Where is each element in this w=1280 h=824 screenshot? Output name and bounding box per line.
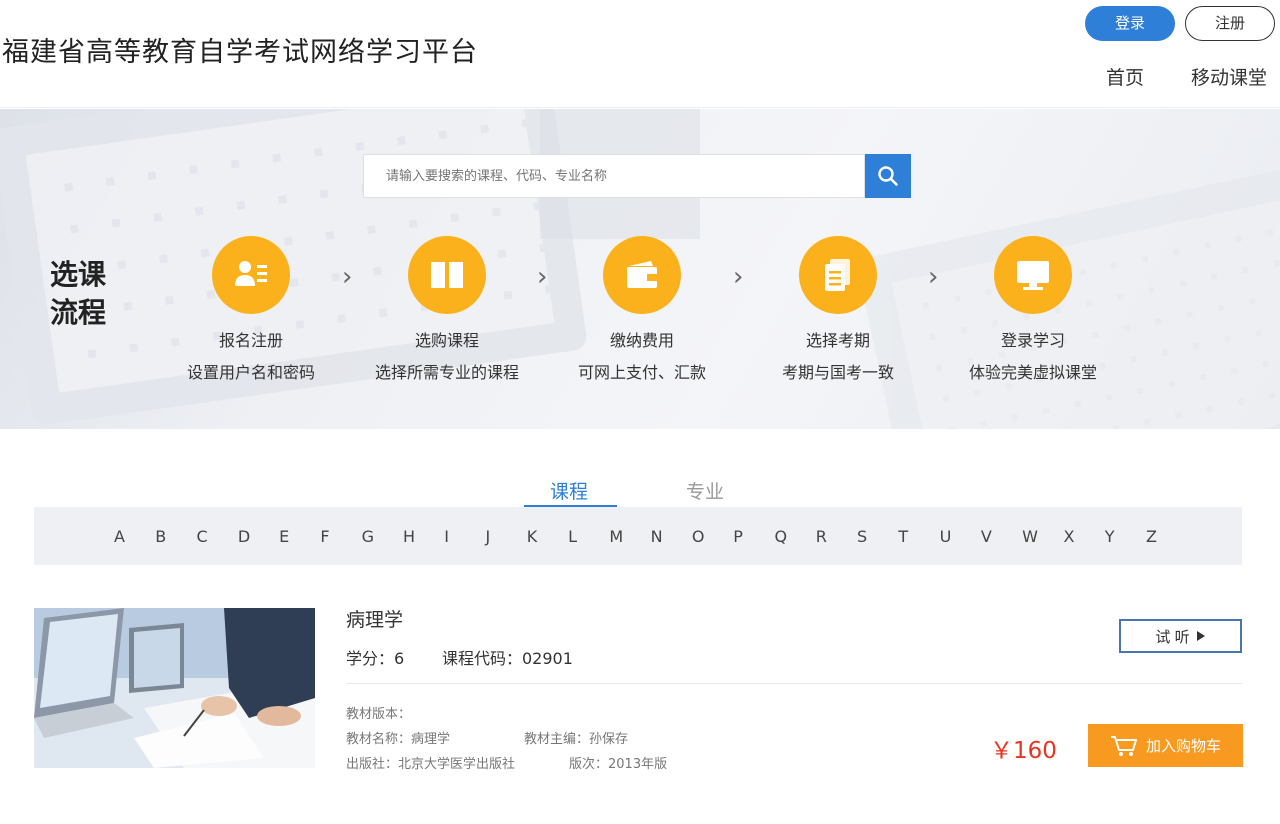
alphabet-letter[interactable]: F xyxy=(320,527,329,546)
course-credit: 学分：6 xyxy=(346,649,405,668)
step-name: 选购课程 xyxy=(414,331,479,350)
step-desc: 可网上支付、汇款 xyxy=(577,363,706,382)
alphabet-letter[interactable]: B xyxy=(155,527,166,546)
alphabet-letter[interactable]: U xyxy=(940,527,952,546)
flow-title: 选课 流程 xyxy=(50,256,106,332)
alphabet-letter[interactable]: J xyxy=(486,527,491,546)
flow-step-register: 报名注册 设置用户名和密码 xyxy=(166,236,336,383)
flow-step-exam-period: 选择考期 考期与国考一致 xyxy=(753,236,923,383)
step-desc: 考期与国考一致 xyxy=(781,363,894,382)
flow-title-line2: 流程 xyxy=(50,296,107,329)
cart-label: 加入购物车 xyxy=(1145,738,1221,755)
course-price: ￥160 xyxy=(990,738,1057,764)
nav-home-link[interactable]: 首页 xyxy=(1106,63,1144,90)
step-circle xyxy=(799,236,877,314)
monitor-icon xyxy=(1017,261,1049,290)
flow-step-select-course: 选购课程 选择所需专业的课程 xyxy=(362,236,532,383)
step-name: 报名注册 xyxy=(218,331,283,350)
publisher: 出版社：北京大学医学出版社 xyxy=(346,757,516,772)
document-icon xyxy=(825,259,850,291)
alphabet-letter[interactable]: N xyxy=(651,527,663,546)
alphabet-letter[interactable]: P xyxy=(733,527,743,546)
header: 福建省高等教育自学考试网络学习平台 登录 注册 首页 移动课堂 xyxy=(0,0,1280,108)
alphabet-letter[interactable]: L xyxy=(568,527,577,546)
chevron-right-icon: › xyxy=(928,262,939,292)
wallet-icon xyxy=(627,261,657,288)
flow-step-pay: 缴纳费用 可网上支付、汇款 xyxy=(557,236,727,383)
textbook-version: 教材版本： xyxy=(346,707,412,722)
login-button[interactable]: 登录 xyxy=(1085,6,1175,41)
alphabet-letter[interactable]: T xyxy=(898,527,908,546)
alphabet-letter[interactable]: O xyxy=(692,527,705,546)
step-desc: 设置用户名和密码 xyxy=(186,363,315,382)
course-image[interactable] xyxy=(34,608,315,768)
step-name: 登录学习 xyxy=(1000,331,1065,350)
alphabet-filter-bar xyxy=(34,507,1242,565)
alphabet-letter[interactable]: Z xyxy=(1146,527,1157,546)
step-name: 选择考期 xyxy=(805,331,870,350)
trial-listen-button[interactable]: 试 听 xyxy=(1119,619,1242,653)
trial-label: 试 听 xyxy=(1155,628,1190,646)
register-button[interactable]: 注册 xyxy=(1185,6,1275,41)
play-icon xyxy=(1196,631,1205,641)
textbook-name: 教材名称：病理学 xyxy=(346,732,451,747)
user-card-icon xyxy=(235,261,267,286)
alphabet-letter[interactable]: V xyxy=(981,527,992,546)
flow-title-line1: 选课 xyxy=(50,258,107,291)
alphabet-letter[interactable]: W xyxy=(1022,527,1038,546)
alphabet-letter[interactable]: R xyxy=(816,527,827,546)
nav-mobile-class-link[interactable]: 移动课堂 xyxy=(1191,63,1267,90)
add-to-cart-button[interactable]: 加入购物车 xyxy=(1088,724,1243,767)
alphabet-letter[interactable]: A xyxy=(114,527,125,546)
step-circle xyxy=(408,236,486,314)
divider xyxy=(346,683,1242,684)
step-desc: 体验完美虚拟课堂 xyxy=(968,363,1097,382)
alphabet-letter[interactable]: E xyxy=(279,527,289,546)
search-button[interactable] xyxy=(865,154,911,198)
alphabet-letter[interactable]: S xyxy=(857,527,867,546)
step-desc: 选择所需专业的课程 xyxy=(374,363,519,382)
cart-icon xyxy=(1110,735,1137,756)
course-name[interactable]: 病理学 xyxy=(346,605,403,632)
book-icon xyxy=(431,262,463,288)
step-circle xyxy=(603,236,681,314)
alphabet-letter[interactable]: M xyxy=(609,527,623,546)
alphabet-letter[interactable]: K xyxy=(527,527,538,546)
chevron-right-icon: › xyxy=(537,262,548,292)
alphabet-letter[interactable]: I xyxy=(444,527,449,546)
alphabet-letter[interactable]: Y xyxy=(1105,527,1115,546)
search-input[interactable] xyxy=(363,154,865,198)
tab-major[interactable]: 专业 xyxy=(686,477,724,504)
alphabet-letter[interactable]: D xyxy=(238,527,250,546)
alphabet-letter[interactable]: X xyxy=(1063,527,1074,546)
alphabet-letter[interactable]: G xyxy=(362,527,374,546)
chevron-right-icon: › xyxy=(733,262,744,292)
course-code: 课程代码：02901 xyxy=(442,649,573,668)
step-name: 缴纳费用 xyxy=(609,331,674,350)
edition: 版次：2013年版 xyxy=(569,757,668,772)
alphabet-letter[interactable]: C xyxy=(197,527,208,546)
site-title: 福建省高等教育自学考试网络学习平台 xyxy=(2,37,478,68)
textbook-editor: 教材主编：孙保存 xyxy=(524,732,629,747)
step-circle xyxy=(212,236,290,314)
alphabet-letter[interactable]: H xyxy=(403,527,415,546)
tab-course[interactable]: 课程 xyxy=(550,477,588,504)
search-icon xyxy=(878,166,898,186)
chevron-right-icon: › xyxy=(342,262,353,292)
flow-step-login-study: 登录学习 体验完美虚拟课堂 xyxy=(948,236,1118,383)
step-circle xyxy=(994,236,1072,314)
course-photo-illustration xyxy=(34,608,315,768)
alphabet-letter[interactable]: Q xyxy=(774,527,787,546)
